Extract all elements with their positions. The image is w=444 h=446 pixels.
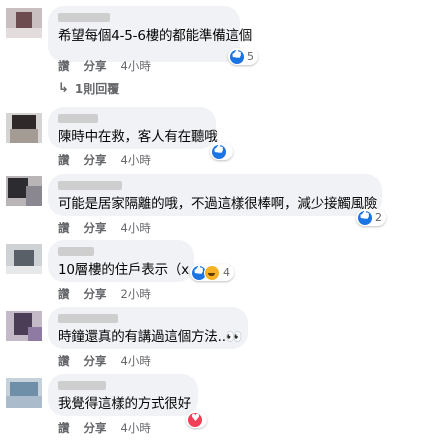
comment-text: 我覺得這樣的方式很好 <box>58 396 191 412</box>
reaction-count: 5 <box>247 50 254 63</box>
like-button[interactable]: 讚 <box>58 420 70 436</box>
comment-actions: 讚 分享 4小時 <box>58 58 151 74</box>
like-button[interactable]: 讚 <box>58 152 70 168</box>
reply-arrow-icon: ↳ <box>58 81 69 96</box>
reaction-summary[interactable]: 2 <box>356 209 386 226</box>
comment-text: 可能是居家隔離的哦，不過這樣很棒啊，減少接觸風險 <box>58 196 378 212</box>
timestamp[interactable]: 4小時 <box>121 420 151 436</box>
view-replies-link[interactable]: ↳ 1則回覆 <box>58 80 119 97</box>
comment-bubble: 陳時中在救，客人有在聽哦 <box>48 107 218 149</box>
comment-actions: 讚 分享 4小時 <box>58 220 151 236</box>
share-button[interactable]: 分享 <box>84 420 107 436</box>
reaction-count: 4 <box>223 266 230 279</box>
like-button[interactable]: 讚 <box>58 58 70 74</box>
avatar[interactable] <box>6 244 42 274</box>
comment-text: 10層樓的住戶表示（x <box>58 262 189 278</box>
avatar[interactable] <box>6 311 42 341</box>
like-icon <box>358 210 372 225</box>
author-name[interactable] <box>58 314 118 323</box>
timestamp[interactable]: 4小時 <box>121 152 151 168</box>
comment-text: 陳時中在救，客人有在聽哦 <box>58 129 218 145</box>
author-name[interactable] <box>58 13 110 22</box>
author-name[interactable] <box>58 381 106 390</box>
comment-bubble: 時鐘還真的有講過這個方法..👀 <box>48 307 248 349</box>
love-icon <box>188 412 202 427</box>
share-button[interactable]: 分享 <box>84 353 107 369</box>
avatar[interactable] <box>6 8 42 38</box>
author-name[interactable] <box>58 181 122 190</box>
like-icon <box>230 49 244 64</box>
like-button[interactable]: 讚 <box>58 220 70 236</box>
comment-actions: 讚 分享 2小時 <box>58 286 151 302</box>
avatar[interactable] <box>6 113 42 143</box>
avatar[interactable] <box>6 378 42 408</box>
like-button[interactable]: 讚 <box>58 286 70 302</box>
avatar[interactable] <box>6 176 42 206</box>
share-button[interactable]: 分享 <box>84 220 107 236</box>
comment-bubble: 可能是居家隔離的哦，不過這樣很棒啊，減少接觸風險 <box>48 174 382 216</box>
comment-bubble: 我覺得這樣的方式很好 <box>48 374 198 416</box>
comment-bubble: 10層樓的住戶表示（x <box>48 240 194 282</box>
share-button[interactable]: 分享 <box>84 286 107 302</box>
author-name[interactable] <box>58 114 98 123</box>
timestamp[interactable]: 2小時 <box>121 286 151 302</box>
comment-text: 時鐘還真的有講過這個方法..👀 <box>58 329 243 345</box>
share-button[interactable]: 分享 <box>84 152 107 168</box>
reaction-summary[interactable]: 5 <box>228 48 258 65</box>
comment-actions: 讚 分享 4小時 <box>58 420 151 436</box>
comment-actions: 讚 分享 4小時 <box>58 152 151 168</box>
like-icon <box>212 144 226 159</box>
share-button[interactable]: 分享 <box>84 58 107 74</box>
replies-label: 1則回覆 <box>74 82 120 96</box>
comment-actions: 讚 分享 4小時 <box>58 353 151 369</box>
timestamp[interactable]: 4小時 <box>121 220 151 236</box>
comment-bubble: 希望每個4-5-6樓的都能準備這個 <box>48 6 253 62</box>
reaction-summary[interactable] <box>186 411 207 428</box>
author-name[interactable] <box>58 247 94 256</box>
timestamp[interactable]: 4小時 <box>121 58 151 74</box>
reaction-count: 2 <box>375 211 382 224</box>
reaction-summary[interactable] <box>210 143 233 160</box>
like-button[interactable]: 讚 <box>58 353 70 369</box>
haha-icon <box>204 264 220 281</box>
reaction-summary[interactable]: 4 <box>190 264 234 281</box>
timestamp[interactable]: 4小時 <box>121 353 151 369</box>
comment-text: 希望每個4-5-6樓的都能準備這個 <box>58 28 253 44</box>
